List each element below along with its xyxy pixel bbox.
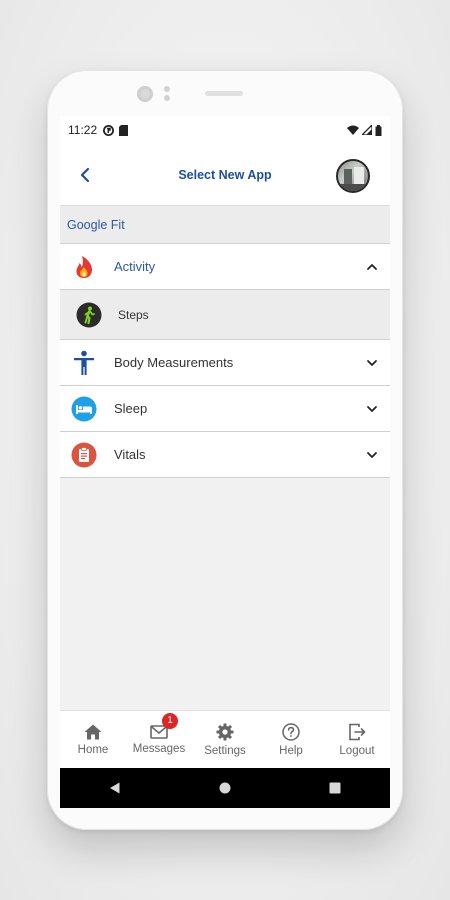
cell-signal-icon: [362, 125, 372, 135]
nav-messages[interactable]: 1 Messages: [126, 711, 192, 768]
nav-label: Messages: [132, 742, 186, 755]
nav-label: Help: [279, 744, 303, 757]
category-row-body-measurements[interactable]: Body Measurements: [60, 340, 390, 386]
nav-label: Home: [77, 743, 109, 756]
system-navigation-bar: [60, 768, 390, 808]
status-bar: 11:22: [60, 116, 390, 144]
chevron-down-icon: [367, 406, 377, 412]
category-row-activity[interactable]: Activity: [60, 244, 390, 290]
background: 11:22 Select New App Google Fit Activity…: [0, 0, 450, 900]
triangle-back-icon: [110, 782, 120, 794]
system-recents-button[interactable]: [315, 768, 355, 808]
category-row-vitals[interactable]: Vitals: [60, 432, 390, 478]
nav-home[interactable]: Home: [60, 711, 126, 768]
bottom-navigation: Home 1 Messages Settings Help Logout: [60, 710, 390, 768]
avatar[interactable]: [336, 159, 370, 193]
nav-label: Logout: [339, 744, 375, 757]
square-recents-icon: [329, 782, 341, 794]
status-time: 11:22: [68, 123, 98, 137]
system-home-button[interactable]: [205, 768, 245, 808]
app-notification-icon: [103, 124, 115, 136]
home-icon: [84, 724, 102, 739]
chevron-left-icon: [80, 167, 90, 182]
nav-help[interactable]: Help: [258, 711, 324, 768]
system-back-button[interactable]: [95, 768, 135, 808]
chevron-down-icon: [367, 360, 377, 366]
activity-item-steps[interactable]: Steps: [60, 290, 390, 340]
back-button[interactable]: [60, 144, 110, 206]
chevron-up-icon: [367, 264, 377, 270]
activity-item-label: Steps: [118, 307, 149, 322]
wifi-icon: [347, 125, 359, 135]
nav-logout[interactable]: Logout: [324, 711, 390, 768]
category-label: Activity: [114, 259, 156, 274]
nav-label: Settings: [204, 744, 246, 757]
person-icon: [62, 340, 106, 386]
phone-frame: 11:22 Select New App Google Fit Activity…: [47, 70, 403, 830]
earpiece-speaker: [205, 91, 243, 96]
bed-icon: [62, 386, 106, 432]
app-bar: Select New App: [60, 144, 390, 206]
help-icon: [282, 722, 300, 741]
circle-home-icon: [219, 782, 231, 794]
chevron-down-icon: [367, 452, 377, 458]
category-label: Body Measurements: [114, 355, 234, 370]
category-label: Vitals: [114, 447, 146, 462]
battery-icon: [375, 124, 382, 136]
section-header: Google Fit: [60, 206, 390, 244]
phone-screen: 11:22 Select New App Google Fit Activity…: [60, 116, 390, 808]
clipboard-icon: [62, 432, 106, 478]
walking-icon: [67, 290, 111, 340]
category-label: Sleep: [114, 401, 148, 416]
camera-lens: [137, 86, 153, 102]
sensor-dots: [163, 84, 171, 104]
sd-card-icon: [119, 124, 129, 136]
category-row-sleep[interactable]: Sleep: [60, 386, 390, 432]
logout-icon: [349, 723, 366, 740]
flame-icon: [62, 244, 106, 290]
nav-settings[interactable]: Settings: [192, 711, 258, 768]
gear-icon: [216, 723, 234, 740]
messages-badge: 1: [162, 713, 178, 729]
